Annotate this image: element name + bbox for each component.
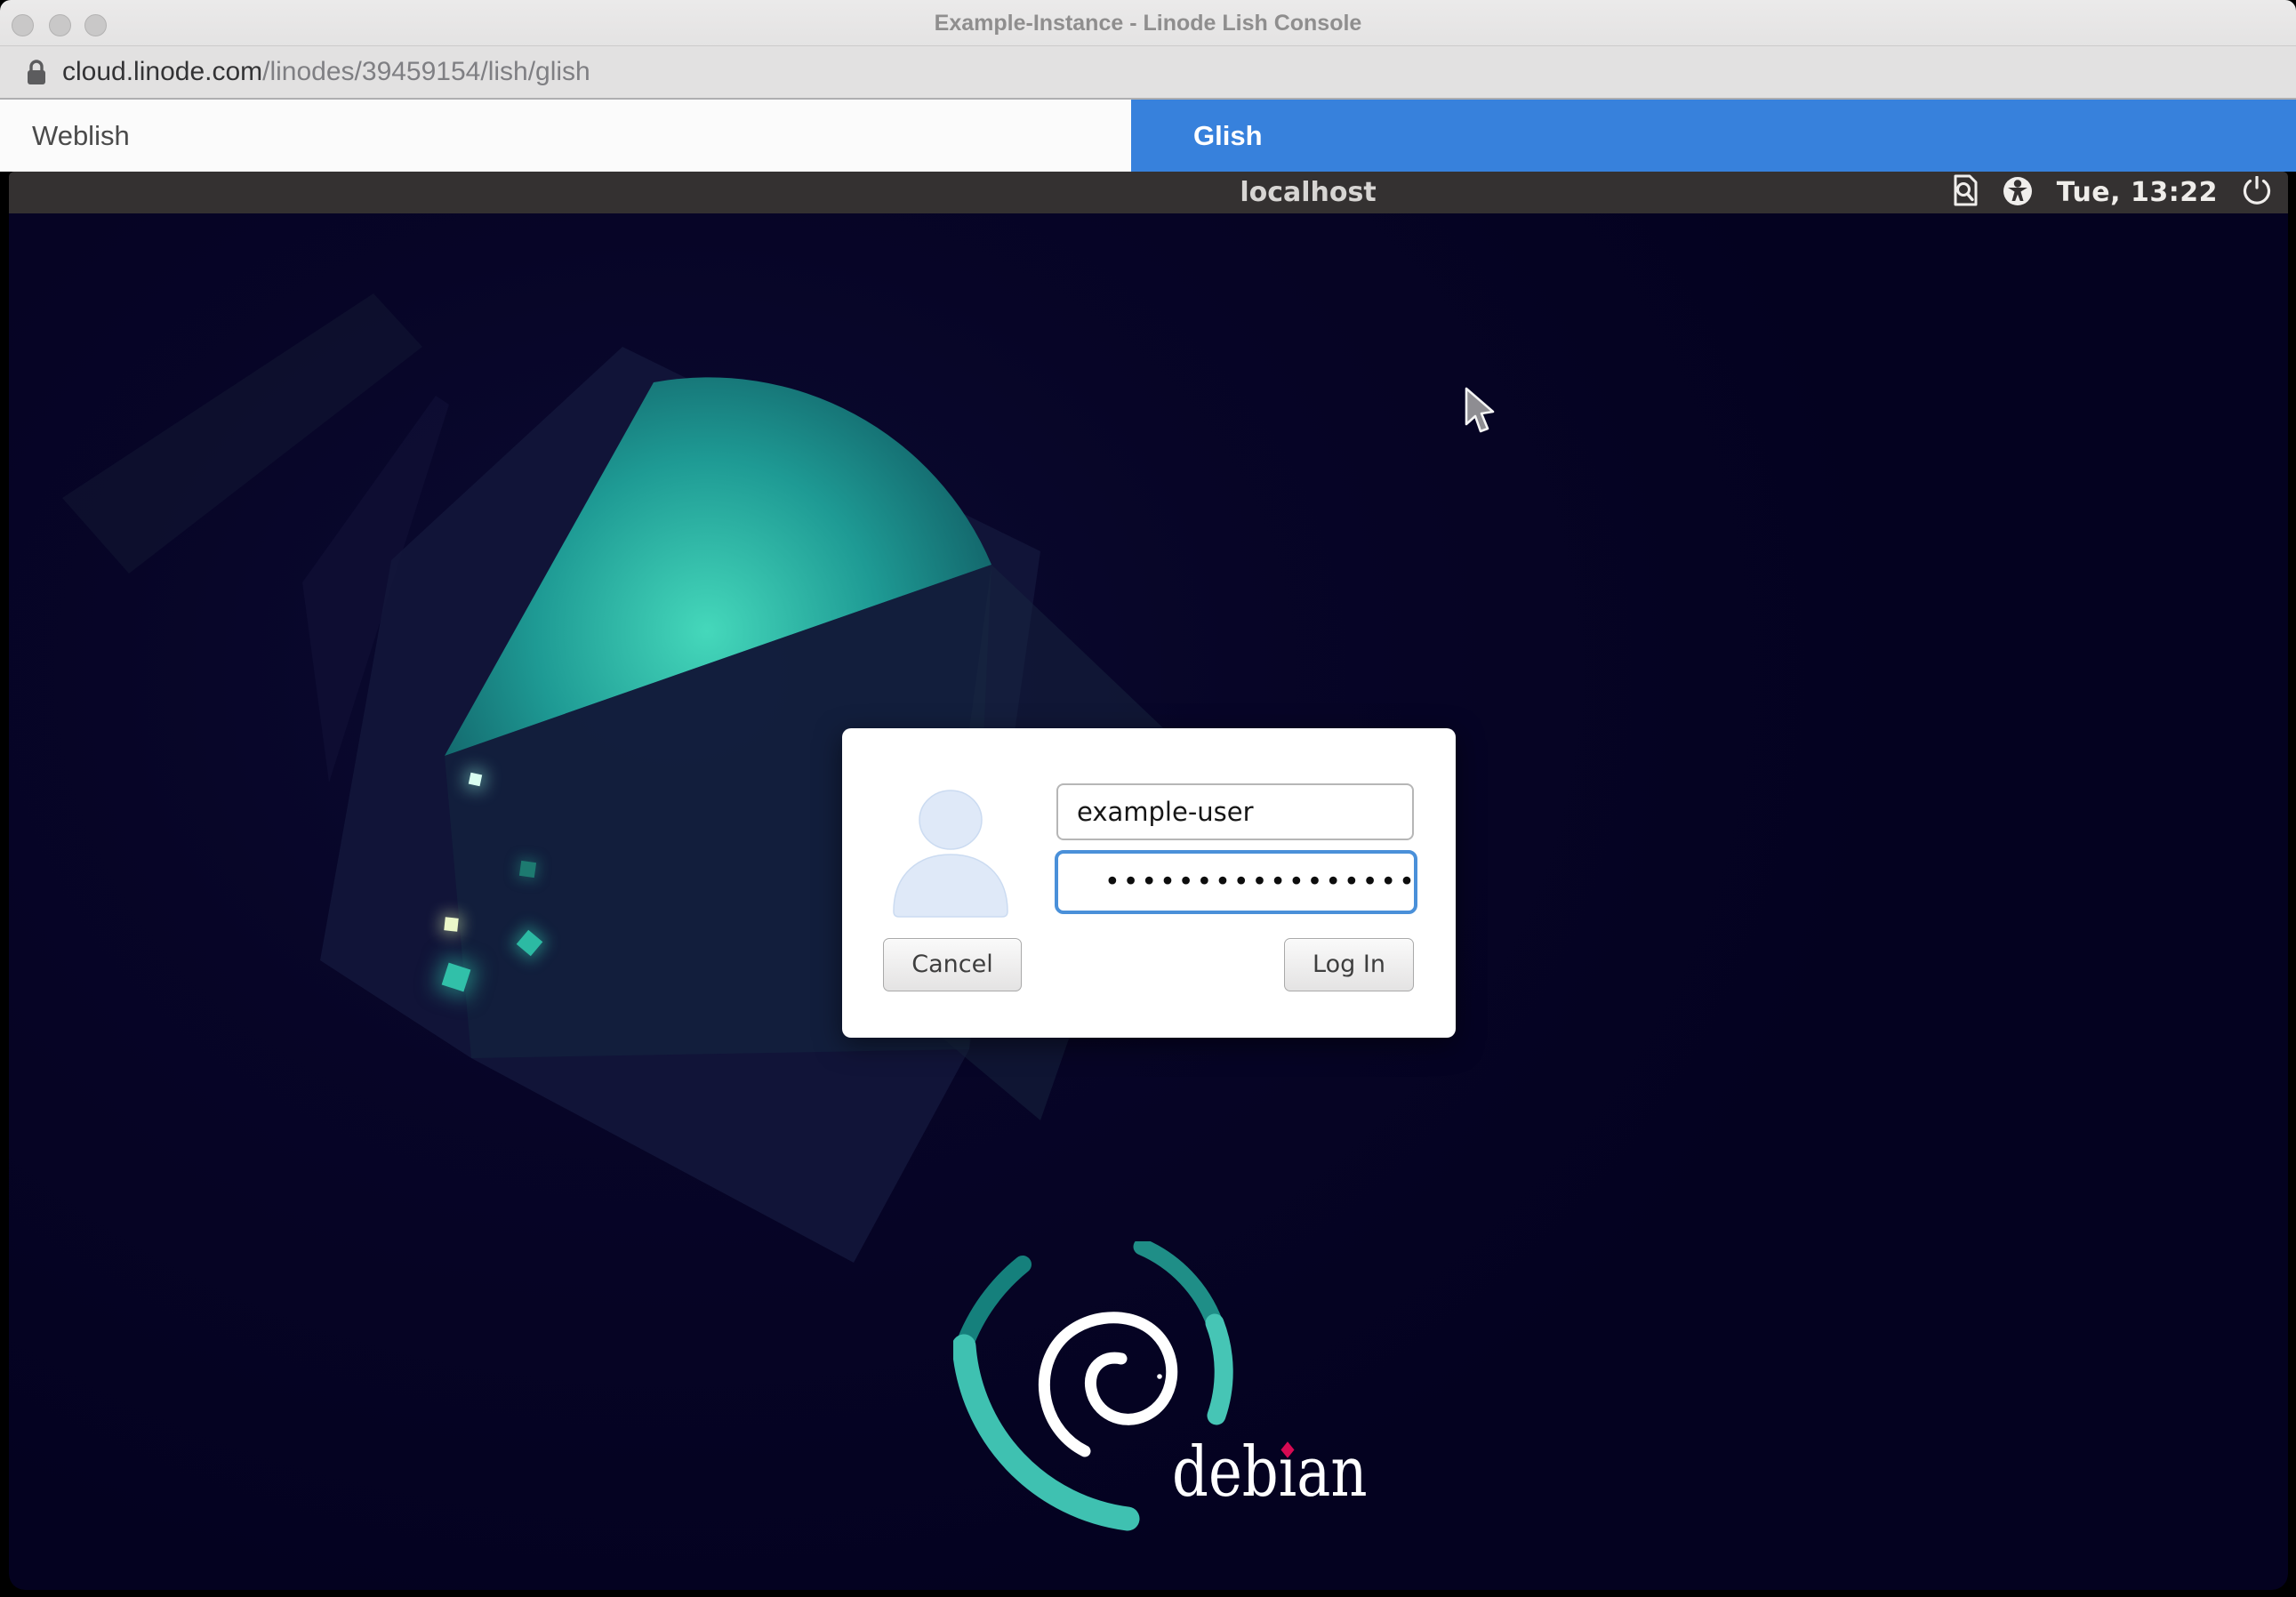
url-text: cloud.linode.com/linodes/39459154/lish/g… bbox=[62, 46, 590, 98]
power-icon[interactable] bbox=[2242, 176, 2272, 210]
cancel-button[interactable]: Cancel bbox=[883, 938, 1022, 991]
browser-window: Example-Instance - Linode Lish Console c… bbox=[0, 0, 2296, 1597]
user-avatar bbox=[871, 782, 1031, 927]
wordmark-post: an bbox=[1297, 1432, 1367, 1513]
gdm-top-bar: localhost bbox=[9, 172, 2288, 213]
mouse-cursor bbox=[1463, 386, 1502, 440]
glish-screen: localhost bbox=[9, 172, 2288, 1590]
glow-square bbox=[444, 917, 458, 931]
login-dialog: example-user ••••••••••••••••••••• Cance… bbox=[842, 728, 1456, 1038]
tab-weblish[interactable]: Weblish bbox=[0, 100, 1131, 172]
password-masked-text: ••••••••••••••••••••• bbox=[1104, 867, 1417, 898]
glow-square bbox=[519, 861, 536, 878]
debian-wordmark: debıan bbox=[1172, 1438, 1368, 1507]
screen-magnifier-icon[interactable] bbox=[1952, 174, 1979, 212]
window-title: Example-Instance - Linode Lish Console bbox=[0, 0, 2296, 46]
login-desktop: example-user ••••••••••••••••••••• Cance… bbox=[9, 213, 2288, 1590]
address-bar[interactable]: cloud.linode.com/linodes/39459154/lish/g… bbox=[0, 46, 2296, 100]
login-button[interactable]: Log In bbox=[1284, 938, 1414, 991]
accessibility-icon[interactable] bbox=[2003, 176, 2033, 210]
password-input[interactable]: ••••••••••••••••••••• bbox=[1055, 850, 1417, 914]
tab-weblish-label: Weblish bbox=[32, 100, 130, 172]
wordmark-i: ı bbox=[1279, 1438, 1297, 1507]
padlock-icon[interactable] bbox=[25, 60, 48, 91]
clock-label[interactable]: Tue, 13:22 bbox=[2057, 177, 2218, 208]
hostname-label: localhost bbox=[1240, 172, 1376, 213]
wordmark-pre: deb bbox=[1172, 1432, 1279, 1513]
glow-square bbox=[469, 773, 482, 786]
debian-logo: debıan bbox=[953, 1241, 1362, 1535]
gdm-status-area: Tue, 13:22 bbox=[1952, 172, 2272, 213]
console-frame: localhost bbox=[0, 172, 2296, 1597]
url-path: /linodes/39459154/lish/glish bbox=[262, 57, 590, 86]
lish-tabs: Weblish Glish bbox=[0, 100, 2296, 172]
window-titlebar: Example-Instance - Linode Lish Console bbox=[0, 0, 2296, 46]
tab-glish[interactable]: Glish bbox=[1131, 100, 2296, 172]
url-domain: cloud.linode.com bbox=[62, 57, 262, 86]
username-input[interactable]: example-user bbox=[1056, 783, 1414, 840]
tab-glish-label: Glish bbox=[1193, 100, 1263, 172]
